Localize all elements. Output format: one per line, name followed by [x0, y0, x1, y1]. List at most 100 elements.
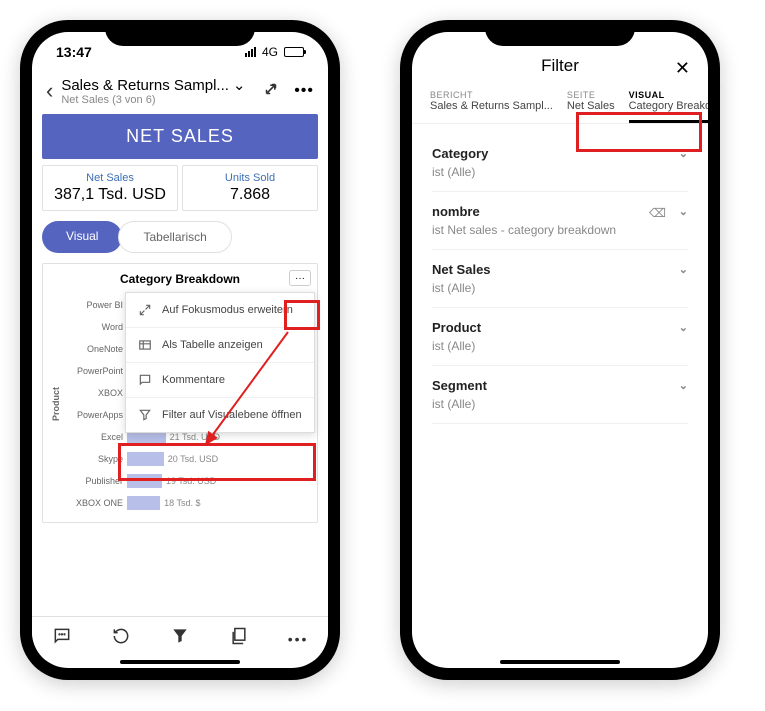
chart-title: Category Breakdown	[49, 272, 311, 286]
kpi-net-sales[interactable]: Net Sales 387,1 Tsd. USD	[42, 165, 178, 211]
filter-field-name: Segment⌄	[432, 378, 688, 393]
bar-row[interactable]: Publisher 19 Tsd. USD	[63, 470, 311, 492]
scope-report[interactable]: BERICHT Sales & Returns Sampl...	[430, 90, 553, 123]
chevron-down-icon: ⌄	[679, 205, 688, 218]
reset-button[interactable]	[111, 626, 131, 651]
tab-visual[interactable]: Visual	[42, 221, 122, 253]
filter-title: Filter	[412, 56, 708, 76]
menu-show-table[interactable]: Als Tabelle anzeigen	[126, 328, 314, 363]
header-titles[interactable]: Sales & Returns Sampl...⌄ Net Sales (3 v…	[61, 76, 254, 106]
screen-left: 13:47 4G ‹ Sales & Returns Sampl...⌄ Net…	[32, 32, 328, 668]
notch	[485, 20, 635, 46]
menu-label: Als Tabelle anzeigen	[162, 339, 263, 351]
bar-row[interactable]: Skype 20 Tsd. USD	[63, 448, 311, 470]
menu-comments[interactable]: Kommentare	[126, 363, 314, 398]
kpi-value: 7.868	[189, 186, 311, 204]
filter-scope-tabs: BERICHT Sales & Returns Sampl... SEITE N…	[412, 90, 708, 124]
filter-field-name: Product⌄	[432, 320, 688, 335]
bar-fill	[127, 452, 164, 466]
menu-label: Auf Fokusmodus erweitern	[162, 304, 293, 316]
comment-icon	[138, 373, 152, 387]
bar-track: 18 Tsd. $	[127, 496, 311, 510]
signal-icon	[245, 47, 256, 57]
more-button[interactable]: •••	[288, 631, 309, 647]
comments-button[interactable]	[52, 626, 72, 651]
home-indicator[interactable]	[120, 660, 240, 664]
breadcrumb: Net Sales (3 von 6)	[61, 94, 254, 106]
table-icon	[138, 338, 152, 352]
chevron-down-icon: ⌄	[679, 321, 688, 334]
filter-field-name: Net Sales⌄	[432, 262, 688, 277]
filter-icon	[138, 408, 152, 422]
bar-category-label: Power BI	[63, 300, 123, 310]
bar-category-label: Excel	[63, 432, 123, 442]
bar-category-label: Publisher	[63, 476, 123, 486]
more-icon[interactable]: •••	[294, 82, 314, 100]
back-button[interactable]: ‹	[46, 78, 53, 104]
filter-list: Category⌄ ist (Alle)nombre⌄ ⌫ ist Net sa…	[412, 124, 708, 434]
home-indicator[interactable]	[500, 660, 620, 664]
bar-category-label: PowerApps	[63, 410, 123, 420]
expand-icon[interactable]	[262, 80, 280, 103]
scope-value: Sales & Returns Sampl...	[430, 100, 553, 112]
filter-field-desc: ist (Alle)	[432, 397, 688, 411]
scope-header: VISUAL	[629, 90, 708, 100]
filter-button[interactable]	[170, 626, 190, 651]
chart-card: Category Breakdown ··· Auf Fokusmodus er…	[42, 263, 318, 523]
kpi-label: Net Sales	[49, 172, 171, 184]
chevron-down-icon: ⌄	[679, 147, 688, 160]
y-axis-label: Product	[49, 294, 63, 514]
kpi-value: 387,1 Tsd. USD	[49, 186, 171, 204]
bar-fill	[127, 474, 162, 488]
bar-category-label: Word	[63, 322, 123, 332]
focus-icon	[138, 303, 152, 317]
filter-item[interactable]: Net Sales⌄ ist (Alle)	[432, 250, 688, 308]
scope-page[interactable]: SEITE Net Sales	[567, 90, 615, 123]
filter-item[interactable]: nombre⌄ ⌫ ist Net sales - category break…	[432, 192, 688, 250]
page-header: ‹ Sales & Returns Sampl...⌄ Net Sales (3…	[32, 72, 328, 114]
filter-field-desc: ist (Alle)	[432, 339, 688, 353]
bar-category-label: OneNote	[63, 344, 123, 354]
screen-right: Filter ✕ BERICHT Sales & Returns Sampl..…	[412, 32, 708, 668]
bar-category-label: XBOX	[63, 388, 123, 398]
tab-table[interactable]: Tabellarisch	[118, 221, 231, 253]
bar-track: 20 Tsd. USD	[127, 452, 311, 466]
chevron-down-icon: ⌄	[233, 76, 246, 94]
scope-value: Category Breakdown	[629, 100, 708, 112]
network-label: 4G	[262, 45, 278, 59]
bar-value-label: 18 Tsd. $	[164, 496, 200, 510]
kpi-units-sold[interactable]: Units Sold 7.868	[182, 165, 318, 211]
eraser-icon[interactable]: ⌫	[649, 206, 666, 220]
pages-button[interactable]	[229, 626, 249, 651]
notch	[105, 20, 255, 46]
filter-item[interactable]: Product⌄ ist (Alle)	[432, 308, 688, 366]
scope-value: Net Sales	[567, 100, 615, 112]
bottom-toolbar: •••	[32, 616, 328, 660]
filter-item[interactable]: Category⌄ ist (Alle)	[432, 134, 688, 192]
bar-fill	[127, 496, 160, 510]
scope-visual[interactable]: VISUAL Category Breakdown	[629, 90, 708, 123]
filter-field-desc: ist (Alle)	[432, 165, 688, 179]
phone-right: Filter ✕ BERICHT Sales & Returns Sampl..…	[400, 20, 720, 680]
chevron-down-icon: ⌄	[679, 263, 688, 276]
menu-open-filter[interactable]: Filter auf Visualebene öffnen	[126, 398, 314, 432]
menu-label: Filter auf Visualebene öffnen	[162, 409, 302, 421]
battery-icon	[284, 47, 304, 57]
phone-left: 13:47 4G ‹ Sales & Returns Sampl...⌄ Net…	[20, 20, 340, 680]
bar-category-label: XBOX ONE	[63, 498, 123, 508]
bar-category-label: Skype	[63, 454, 123, 464]
status-time: 13:47	[56, 44, 92, 60]
filter-item[interactable]: Segment⌄ ist (Alle)	[432, 366, 688, 424]
bar-row[interactable]: XBOX ONE 18 Tsd. $	[63, 492, 311, 514]
menu-focus-mode[interactable]: Auf Fokusmodus erweitern	[126, 293, 314, 328]
menu-label: Kommentare	[162, 374, 225, 386]
scope-header: BERICHT	[430, 90, 553, 100]
view-toggle: Visual Tabellarisch	[42, 221, 318, 253]
bar-track: 19 Tsd. USD	[127, 474, 311, 488]
filter-field-desc: ist Net sales - category breakdown	[432, 223, 688, 237]
net-sales-banner: NET SALES	[42, 114, 318, 159]
kpi-row: Net Sales 387,1 Tsd. USD Units Sold 7.86…	[42, 165, 318, 211]
close-button[interactable]: ✕	[675, 58, 690, 79]
bar-category-label: PowerPoint	[63, 366, 123, 376]
visual-more-button[interactable]: ···	[289, 270, 311, 286]
